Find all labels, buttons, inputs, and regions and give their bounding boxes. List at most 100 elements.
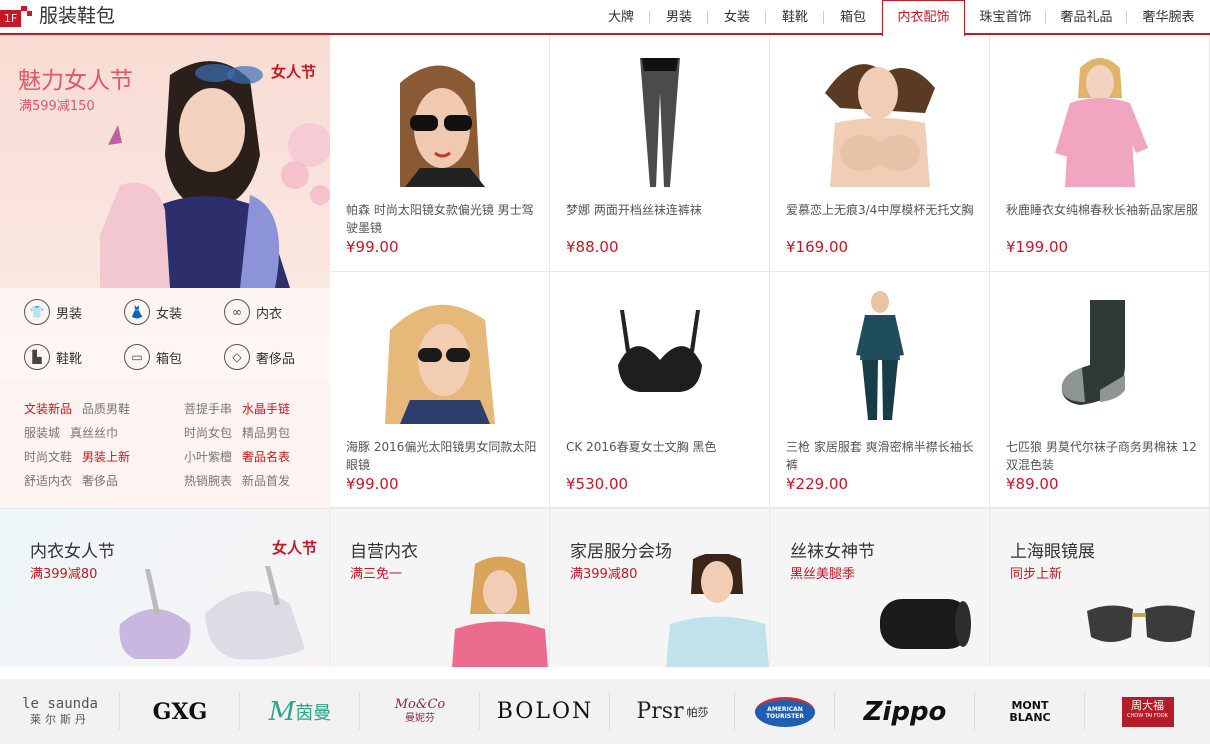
quick-link[interactable]: 真丝丝巾 (70, 424, 118, 441)
tab-watches[interactable]: 奢华腕表 (1127, 0, 1210, 35)
brand-logo-inman[interactable]: M 茵曼 (240, 679, 360, 744)
brand-logo-zippo[interactable]: Zippo (835, 679, 975, 744)
brand-logo-prsr[interactable]: Prsr 帕莎 (610, 679, 735, 744)
quick-link[interactable]: 小叶紫檀 (184, 448, 232, 465)
product-name[interactable]: 三枪 家居服套 爽滑密棉半襟长袖长裤 (786, 438, 978, 474)
cat-luxury[interactable]: ◇ 奢侈品 (224, 344, 295, 370)
tab-luxury-gifts[interactable]: 奢品礼品 (1046, 0, 1127, 35)
product-card[interactable]: 海豚 2016偏光太阳镜男女同款太阳眼镜 ¥99.00 (330, 271, 550, 508)
brand-name: AMERICAN TOURISTER (755, 696, 815, 727)
brand-name: 周大福 (1131, 698, 1164, 712)
cat-womenswear[interactable]: 👗 女装 (124, 299, 182, 325)
product-image[interactable] (1040, 290, 1160, 424)
tab-menswear[interactable]: 男装 (650, 0, 708, 35)
quick-link[interactable]: 文装新品 (24, 400, 72, 417)
product-price: ¥199.00 (1006, 238, 1069, 256)
quick-link[interactable]: 热销腕表 (184, 472, 232, 489)
promo-tile[interactable]: 丝袜女神节 黑丝美腿季 (770, 508, 990, 667)
bra-icon: ∞ (224, 299, 250, 325)
quick-link[interactable]: 精品男包 (242, 424, 290, 441)
product-card[interactable]: 七匹狼 男莫代尔袜子商务男棉袜 12双混色装 ¥89.00 (990, 271, 1210, 508)
tab-shoes[interactable]: 鞋靴 (766, 0, 824, 35)
quick-link[interactable]: 男装上新 (82, 448, 130, 465)
product-name[interactable]: 七匹狼 男莫代尔袜子商务男棉袜 12双混色装 (1006, 438, 1198, 474)
cat-shoes[interactable]: ▙ 鞋靴 (24, 344, 82, 370)
brand-logo-chow-tai-fook[interactable]: 周大福 CHOW TAI FOOK (1085, 679, 1210, 744)
quick-link[interactable]: 服装城 (24, 424, 60, 441)
product-image[interactable] (600, 290, 720, 424)
quick-link[interactable]: 奢品名表 (242, 448, 290, 465)
brand-name: Mo&Co (394, 696, 446, 712)
floor-badge: 1F (0, 6, 32, 28)
womens-day-logo: 女人节 (270, 63, 316, 81)
brand-name: 莱尔斯丹 (29, 712, 90, 726)
promo-title[interactable]: 魅力女人节 (18, 61, 133, 95)
brand-logo-montblanc[interactable]: MONT BLANC (975, 679, 1085, 744)
cat-menswear[interactable]: 👕 男装 (24, 299, 82, 325)
shirt-icon: 👕 (24, 299, 50, 325)
product-image[interactable] (600, 53, 720, 187)
promo-tile-image (119, 566, 305, 660)
brand-logo-american-tourister[interactable]: AMERICAN TOURISTER (735, 679, 835, 744)
quick-link[interactable]: 奢侈品 (82, 472, 118, 489)
tab-bags[interactable]: 箱包 (824, 0, 882, 35)
product-card[interactable]: 三枪 家居服套 爽滑密棉半襟长袖长裤 ¥229.00 (770, 271, 990, 508)
product-image[interactable] (380, 53, 500, 187)
promo-tile[interactable]: 自营内衣 满三免一 (330, 508, 550, 667)
product-card[interactable]: 帕森 时尚太阳镜女款偏光镜 男士驾驶墨镜 ¥99.00 (330, 35, 550, 272)
promo-tile-title: 丝袜女神节 (790, 542, 875, 562)
dress-icon: 👗 (124, 299, 150, 325)
promo-tile[interactable]: 内衣女人节 满399减80 女人节 (0, 508, 330, 667)
tab-womenswear[interactable]: 女装 (708, 0, 766, 35)
product-price: ¥99.00 (346, 238, 399, 256)
brand-name: 帕莎 (686, 705, 709, 719)
tab-lingerie-accessories[interactable]: 内衣配饰 (882, 0, 965, 37)
product-image[interactable] (820, 53, 940, 187)
product-name[interactable]: CK 2016春夏女士文胸 黑色 (566, 438, 758, 456)
product-card[interactable]: CK 2016春夏女士文胸 黑色 ¥530.00 (550, 271, 770, 508)
promo-tile-title: 上海眼镜展 (1010, 542, 1095, 562)
product-name[interactable]: 秋鹿睡衣女纯棉春秋长袖新品家居服 (1006, 201, 1198, 219)
product-price: ¥88.00 (566, 238, 619, 256)
product-name[interactable]: 爱慕恋上无痕3/4中厚模杯无托文胸 (786, 201, 978, 219)
quick-link[interactable]: 时尚女包 (184, 424, 232, 441)
brand-name: MONT BLANC (1009, 698, 1051, 724)
tab-brands[interactable]: 大牌 (592, 0, 650, 35)
quick-links: 文装新品 品质男鞋 菩提手串 水晶手链 服装城 真丝丝巾 时尚女包 精品男包 时… (0, 380, 330, 508)
brand-name: GXG (152, 698, 208, 725)
product-image[interactable] (820, 290, 940, 424)
promo-tile-title: 自营内衣 (350, 542, 418, 562)
product-name[interactable]: 帕森 时尚太阳镜女款偏光镜 男士驾驶墨镜 (346, 201, 538, 237)
quick-link[interactable]: 水晶手链 (242, 400, 290, 417)
quick-link[interactable]: 品质男鞋 (82, 400, 130, 417)
product-card[interactable]: 秋鹿睡衣女纯棉春秋长袖新品家居服 ¥199.00 (990, 35, 1210, 272)
product-card[interactable]: 梦娜 两面开档丝袜连裤袜 ¥88.00 (550, 35, 770, 272)
brand-logo-gxg[interactable]: GXG (120, 679, 240, 744)
brand-logo-lesaunda[interactable]: le saunda 莱尔斯丹 (0, 679, 120, 744)
product-price: ¥169.00 (786, 238, 849, 256)
promo-tile-subtitle: 满399减80 (30, 567, 98, 582)
cat-bags[interactable]: ▭ 箱包 (124, 344, 182, 370)
brand-logo-maniform[interactable]: Mo&Co 曼妮芬 (360, 679, 480, 744)
quick-link[interactable]: 舒适内衣 (24, 472, 72, 489)
promo-tile-image (452, 556, 548, 667)
product-price: ¥530.00 (566, 474, 629, 493)
quick-link[interactable]: 新品首发 (242, 472, 290, 489)
brand-name: Zippo (863, 696, 947, 727)
promo-subtitle: 满599减150 (19, 99, 95, 114)
product-image[interactable] (380, 290, 500, 424)
cat-lingerie[interactable]: ∞ 内衣 (224, 299, 282, 325)
promo-tile[interactable]: 家居服分会场 满399减80 (550, 508, 770, 667)
quick-link[interactable]: 菩提手串 (184, 400, 232, 417)
product-name[interactable]: 梦娜 两面开档丝袜连裤袜 (566, 201, 758, 219)
product-image[interactable] (1040, 53, 1160, 187)
product-name[interactable]: 海豚 2016偏光太阳镜男女同款太阳眼镜 (346, 438, 538, 474)
brand-logo-bolon[interactable]: BOLON (480, 679, 610, 744)
quick-link[interactable]: 时尚文鞋 (24, 448, 72, 465)
tab-jewelry[interactable]: 珠宝首饰 (965, 0, 1046, 35)
category-tabs: 大牌 男装 女装 鞋靴 箱包 内衣配饰 珠宝首饰 奢品礼品 奢华腕表 (592, 0, 1210, 37)
floor-header: 1F 服装鞋包 大牌 男装 女装 鞋靴 箱包 内衣配饰 珠宝首饰 奢品礼品 奢华… (0, 0, 1210, 37)
brand-name: Prsr (636, 699, 684, 724)
promo-tile[interactable]: 上海眼镜展 同步上新 (990, 508, 1210, 667)
product-card[interactable]: 爱慕恋上无痕3/4中厚模杯无托文胸 ¥169.00 (770, 35, 990, 272)
